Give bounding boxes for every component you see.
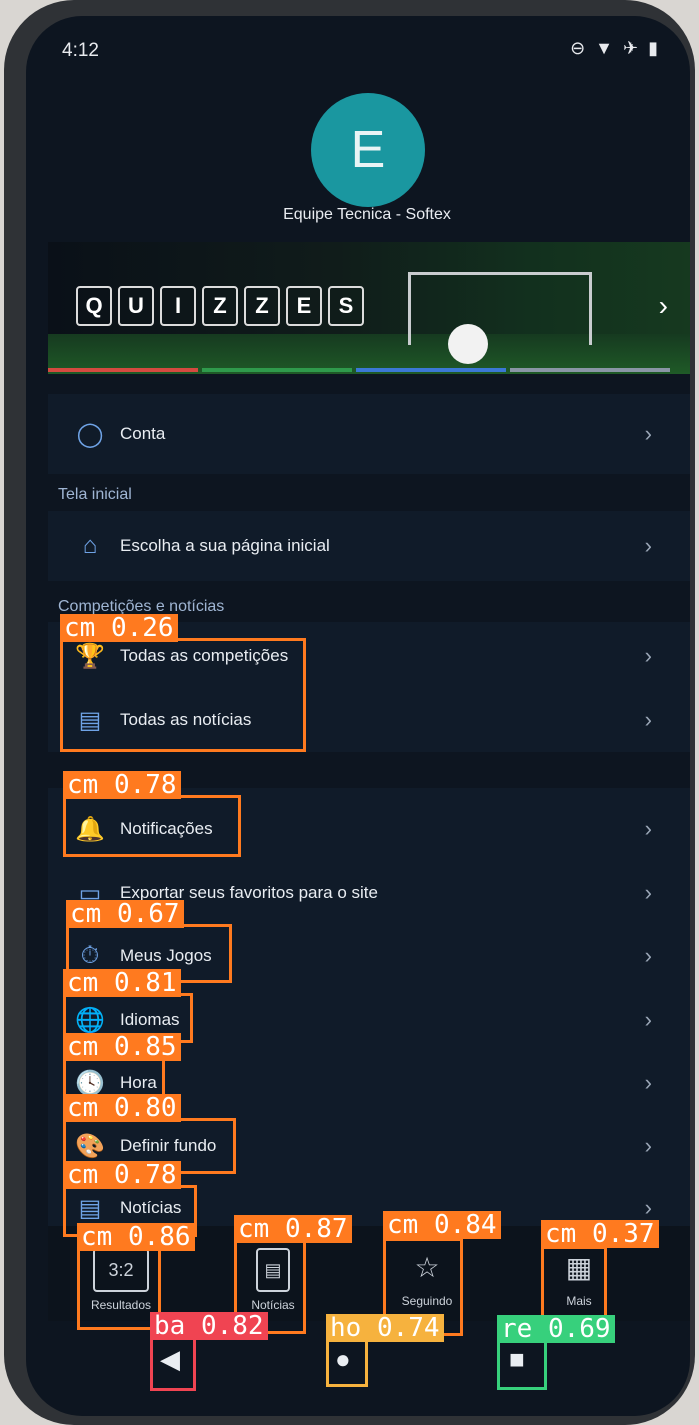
conta-label: Conta xyxy=(120,424,166,443)
quiz-letter: S xyxy=(328,286,364,326)
status-icons: ⊖ ▼ ✈ ▮ xyxy=(570,38,658,59)
quiz-letter: Z xyxy=(244,286,280,326)
chevron-right-icon: › xyxy=(644,643,652,668)
detection-box xyxy=(326,1339,368,1387)
detection-label: cm 0.37 xyxy=(541,1220,659,1248)
detection-box xyxy=(150,1337,196,1391)
chevron-right-icon: › xyxy=(644,1070,652,1095)
detection-label: cm 0.86 xyxy=(77,1223,195,1251)
home-choice-label: Escolha a sua página inicial xyxy=(120,536,330,555)
detection-label: cm 0.81 xyxy=(63,969,181,997)
banner-stripe-gray xyxy=(510,368,670,372)
quiz-letter: Z xyxy=(202,286,238,326)
detection-box xyxy=(497,1340,547,1390)
banner-stripe-blue xyxy=(356,368,506,372)
avatar[interactable]: E xyxy=(311,93,425,207)
home-choice-row[interactable]: ⌂ Escolha a sua página inicial › xyxy=(72,526,672,566)
chevron-right-icon: › xyxy=(644,1195,652,1220)
quiz-word: Q U I Z Z E S xyxy=(76,286,364,326)
detection-label: ho 0.74 xyxy=(326,1314,444,1342)
chevron-right-icon: › xyxy=(644,421,652,446)
chevron-right-icon: › xyxy=(644,707,652,732)
dnd-icon: ⊖ xyxy=(570,38,586,58)
detection-box xyxy=(60,638,306,752)
quiz-letter: U xyxy=(118,286,154,326)
battery-icon: ▮ xyxy=(648,38,658,58)
chevron-right-icon[interactable]: › xyxy=(659,290,668,322)
status-time: 4:12 xyxy=(62,40,99,61)
chevron-right-icon: › xyxy=(644,1007,652,1032)
chevron-right-icon: › xyxy=(644,943,652,968)
chevron-right-icon: › xyxy=(644,533,652,558)
detection-label: cm 0.78 xyxy=(63,1161,181,1189)
section-home-title: Tela inicial xyxy=(58,486,132,503)
banner-stripe-green xyxy=(202,368,352,372)
conta-row[interactable]: ◯ Conta › xyxy=(72,414,672,454)
detection-label: re 0.69 xyxy=(497,1315,615,1343)
detection-box xyxy=(541,1246,607,1322)
detection-box xyxy=(77,1248,161,1330)
detection-label: cm 0.78 xyxy=(63,771,181,799)
home-icon: ⌂ xyxy=(82,532,98,559)
detection-label: cm 0.87 xyxy=(234,1215,352,1243)
user-name: Equipe Tecnica - Softex xyxy=(283,206,451,223)
detection-label: cm 0.67 xyxy=(66,900,184,928)
banner-goal xyxy=(408,272,592,345)
chevron-right-icon: › xyxy=(644,816,652,841)
quiz-letter: E xyxy=(286,286,322,326)
detection-box xyxy=(63,795,241,857)
banner-stripe-red xyxy=(48,368,198,372)
wifi-icon: ▼ xyxy=(595,38,613,58)
quiz-letter: I xyxy=(160,286,196,326)
chevron-right-icon: › xyxy=(644,880,652,905)
quiz-letter: Q xyxy=(76,286,112,326)
chevron-right-icon: › xyxy=(644,1133,652,1158)
ball-icon xyxy=(448,324,488,364)
user-icon: ◯ xyxy=(76,420,104,448)
detection-label: cm 0.85 xyxy=(63,1033,181,1061)
airplane-icon: ✈ xyxy=(623,38,639,58)
detection-label: cm 0.80 xyxy=(63,1094,181,1122)
quiz-banner[interactable]: Q U I Z Z E S › xyxy=(48,242,690,374)
detection-label: cm 0.84 xyxy=(383,1211,501,1239)
detection-label: cm 0.26 xyxy=(60,614,178,642)
detection-label: ba 0.82 xyxy=(150,1312,268,1340)
